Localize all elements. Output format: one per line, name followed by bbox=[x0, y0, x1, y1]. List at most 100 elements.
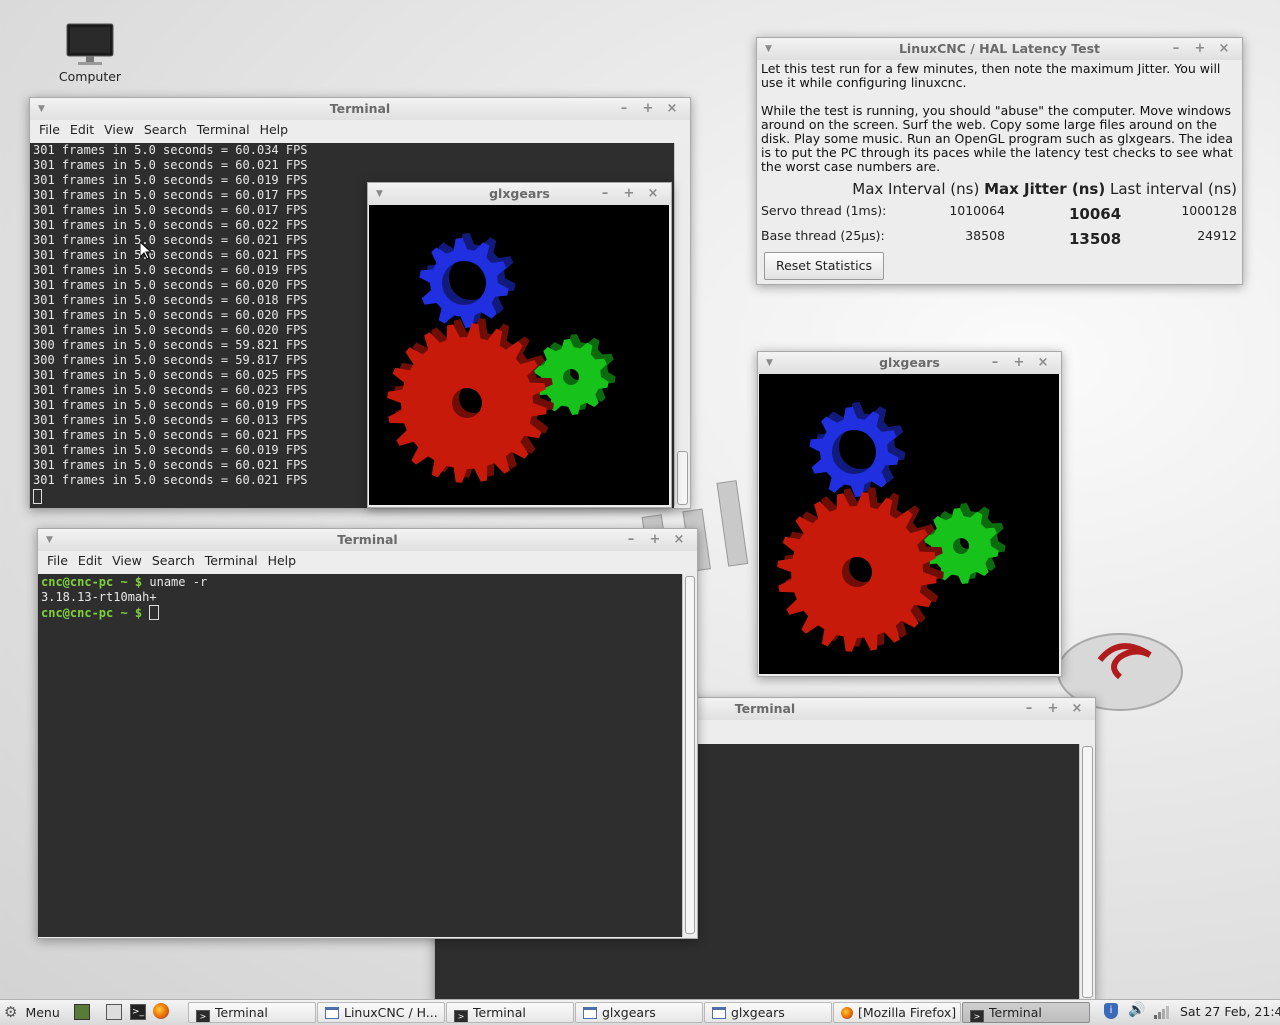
titlebar[interactable]: ▼ LinuxCNC / HAL Latency Test – + × bbox=[757, 38, 1242, 60]
blue-gear bbox=[419, 233, 516, 328]
window-icon bbox=[712, 1007, 726, 1019]
terminal-window-2[interactable]: ▼ Terminal – + × File Edit View Search Termina… bbox=[37, 528, 698, 939]
window-title: Terminal bbox=[337, 532, 398, 547]
firefox-launcher-icon[interactable] bbox=[153, 1003, 169, 1019]
taskbar-item-latency-test[interactable]: LinuxCNC / H... bbox=[317, 1002, 445, 1023]
close-button[interactable]: × bbox=[660, 98, 684, 120]
maximize-button[interactable]: + bbox=[1188, 38, 1212, 60]
row-label: Servo thread (1ms): bbox=[761, 203, 887, 218]
maximize-button[interactable]: + bbox=[1041, 698, 1065, 720]
taskbar-item-label: [Mozilla Firefox] bbox=[858, 1005, 957, 1020]
col-max-jitter: Max Jitter (ns) bbox=[984, 180, 1106, 198]
close-button[interactable]: × bbox=[1031, 352, 1055, 374]
terminal-icon: > bbox=[196, 1010, 210, 1022]
taskbar-item-label: Terminal bbox=[473, 1005, 526, 1020]
titlebar[interactable]: ▼ Terminal – + × bbox=[30, 98, 690, 120]
window-title: Terminal bbox=[329, 101, 391, 116]
taskbar-item-glxgears-2[interactable]: glxgears bbox=[704, 1002, 832, 1023]
network-icon[interactable] bbox=[1153, 1004, 1169, 1020]
minimize-button[interactable]: – bbox=[983, 352, 1007, 374]
maximize-button[interactable]: + bbox=[643, 529, 667, 551]
command-text: uname -r bbox=[142, 575, 208, 589]
mouse-cursor bbox=[140, 242, 152, 260]
minimize-button[interactable]: – bbox=[619, 529, 643, 551]
minimize-button[interactable]: – bbox=[1017, 698, 1041, 720]
menu-label: Menu bbox=[25, 1005, 60, 1020]
menu-edit[interactable]: Edit bbox=[78, 553, 102, 568]
menu-view[interactable]: View bbox=[112, 553, 142, 568]
window-menu-icon[interactable]: ▼ bbox=[765, 38, 772, 60]
menu-view[interactable]: View bbox=[104, 122, 134, 137]
menu-help[interactable]: Help bbox=[260, 122, 289, 137]
menubar: File Edit View Search Terminal Help bbox=[38, 551, 697, 571]
shell-prompt: cnc@cnc-pc ~ $ bbox=[41, 606, 143, 620]
window-menu-icon[interactable]: ▼ bbox=[46, 529, 53, 551]
base-thread-row: Base thread (25µs): 38508 13508 24912 bbox=[761, 228, 1237, 248]
show-desktop-icon[interactable] bbox=[74, 1004, 90, 1020]
max-interval-value: 1010064 bbox=[949, 203, 1005, 218]
menu-help[interactable]: Help bbox=[268, 553, 297, 568]
titlebar[interactable]: ▼ glxgears – + × bbox=[758, 352, 1061, 374]
scrollbar[interactable] bbox=[682, 574, 697, 937]
maximize-button[interactable]: + bbox=[617, 183, 641, 205]
glxgears-window-2[interactable]: ▼ glxgears – + × bbox=[757, 351, 1062, 677]
last-interval-value: 24912 bbox=[1197, 228, 1237, 243]
maximize-button[interactable]: + bbox=[636, 98, 660, 120]
file-manager-launcher-icon[interactable] bbox=[106, 1004, 122, 1020]
close-button[interactable]: × bbox=[641, 183, 665, 205]
titlebar[interactable]: ▼ Terminal – + × bbox=[38, 529, 697, 551]
terminal-icon: > bbox=[454, 1010, 468, 1022]
gears-render bbox=[387, 233, 616, 483]
taskbar-item-terminal-3[interactable]: > Terminal bbox=[962, 1002, 1090, 1023]
gl-canvas bbox=[369, 205, 669, 505]
menu-edit[interactable]: Edit bbox=[70, 122, 94, 137]
latency-test-window[interactable]: ▼ LinuxCNC / HAL Latency Test – + × Let th… bbox=[756, 37, 1243, 285]
menu-button[interactable]: ⚙ Menu bbox=[4, 1002, 60, 1022]
terminal-line: 301 frames in 5.0 seconds = 60.034 FPS bbox=[33, 143, 308, 157]
close-button[interactable]: × bbox=[1212, 38, 1236, 60]
terminal-line: 301 frames in 5.0 seconds = 60.021 FPS bbox=[33, 158, 308, 172]
desktop-computer-icon[interactable]: Computer bbox=[52, 22, 128, 84]
taskbar-item-firefox[interactable]: [Mozilla Firefox] bbox=[833, 1002, 961, 1023]
menu-file[interactable]: File bbox=[39, 122, 60, 137]
menu-search[interactable]: Search bbox=[152, 553, 195, 568]
shield-icon[interactable]: i bbox=[1104, 1003, 1118, 1019]
scrollbar[interactable] bbox=[1079, 744, 1095, 1000]
window-title: Terminal bbox=[734, 701, 796, 716]
minimize-button[interactable]: – bbox=[1164, 38, 1188, 60]
minimize-button[interactable]: – bbox=[593, 183, 617, 205]
window-menu-icon[interactable]: ▼ bbox=[766, 352, 773, 374]
close-button[interactable]: × bbox=[1065, 698, 1089, 720]
close-button[interactable]: × bbox=[667, 529, 691, 551]
terminal-launcher-icon[interactable]: >_ bbox=[130, 1004, 146, 1020]
clock[interactable]: Sat 27 Feb, 21:46 bbox=[1180, 1002, 1280, 1022]
menu-search[interactable]: Search bbox=[144, 122, 187, 137]
window-icon bbox=[325, 1007, 339, 1019]
menubar: File Edit View Search Terminal Help bbox=[30, 120, 690, 140]
desktop-icon-label: Computer bbox=[58, 69, 122, 84]
glxgears-window-1[interactable]: ▼ glxgears – + × bbox=[367, 182, 672, 508]
reset-statistics-button[interactable]: Reset Statistics bbox=[764, 252, 884, 280]
red-gear bbox=[777, 487, 944, 652]
window-title: glxgears bbox=[489, 186, 550, 201]
taskbar: ⚙ Menu >_ > Terminal LinuxCNC / H... > Ter… bbox=[0, 999, 1280, 1025]
minimize-button[interactable]: – bbox=[612, 98, 636, 120]
menu-terminal[interactable]: Terminal bbox=[205, 553, 258, 568]
window-menu-icon[interactable]: ▼ bbox=[38, 98, 45, 120]
taskbar-item-terminal-2[interactable]: > Terminal bbox=[446, 1002, 574, 1023]
taskbar-item-glxgears-1[interactable]: glxgears bbox=[575, 1002, 703, 1023]
window-icon bbox=[583, 1007, 597, 1019]
volume-icon[interactable]: 🔊 bbox=[1128, 1002, 1145, 1018]
window-menu-icon[interactable]: ▼ bbox=[376, 183, 383, 205]
red-gear bbox=[387, 318, 554, 483]
menu-terminal[interactable]: Terminal bbox=[197, 122, 250, 137]
instructions-paragraph-2: While the test is running, you should "a… bbox=[761, 103, 1233, 174]
menu-file[interactable]: File bbox=[47, 553, 68, 568]
col-last-interval: Last interval (ns) bbox=[1110, 180, 1237, 198]
scrollbar[interactable] bbox=[674, 143, 690, 506]
terminal-output[interactable]: cnc@cnc-pc ~ $ uname -r 3.18.13-rt10mah+ c… bbox=[38, 574, 682, 937]
taskbar-item-terminal-1[interactable]: > Terminal bbox=[188, 1002, 316, 1023]
maximize-button[interactable]: + bbox=[1007, 352, 1031, 374]
titlebar[interactable]: ▼ glxgears – + × bbox=[368, 183, 671, 205]
cursor bbox=[149, 605, 160, 620]
